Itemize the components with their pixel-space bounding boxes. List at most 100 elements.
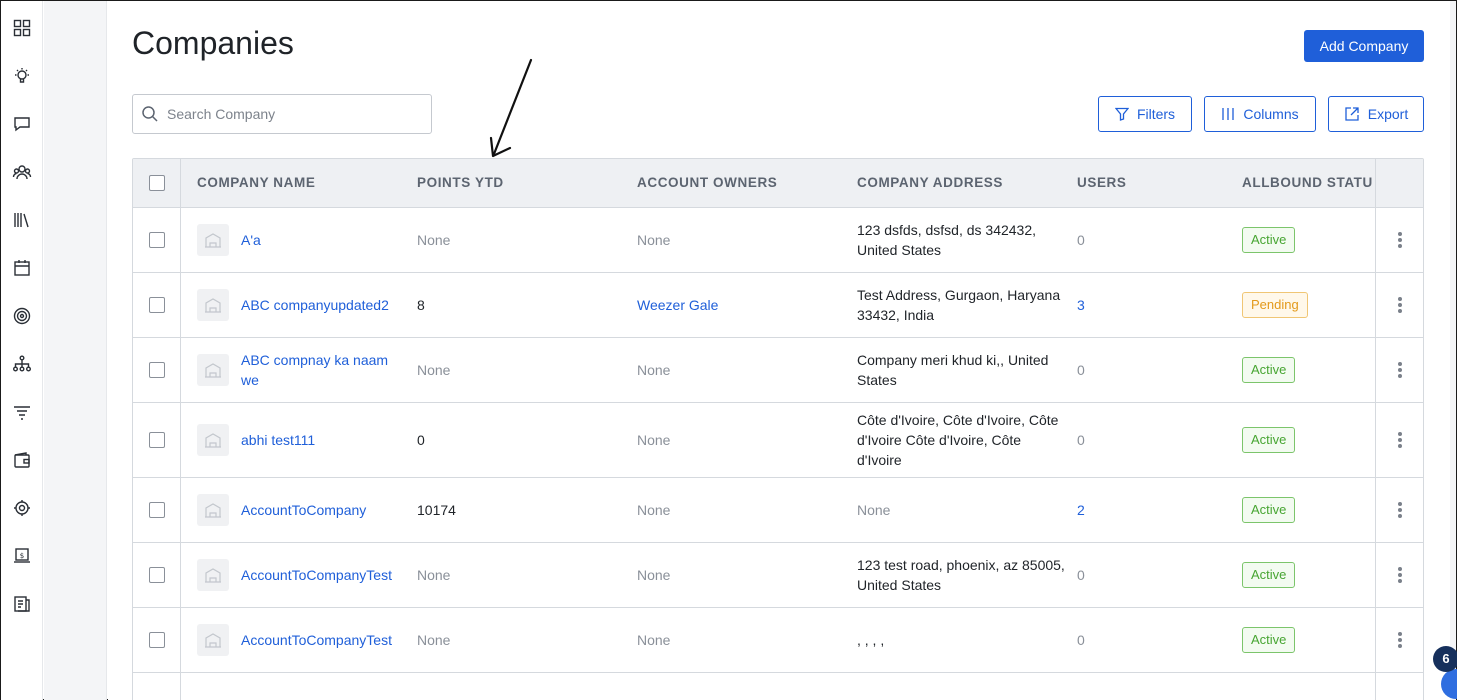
company-name-link[interactable]: AccountToCompany — [241, 500, 411, 520]
target-icon[interactable] — [1, 301, 43, 331]
row-checkbox-cell — [133, 608, 181, 672]
chat-icon[interactable] — [1, 109, 43, 139]
companies-table: COMPANY NAME POINTS YTD ACCOUNT OWNERS C… — [132, 158, 1424, 700]
company-address: None — [857, 502, 891, 518]
users-count: 0 — [1077, 632, 1085, 648]
row-checkbox[interactable] — [149, 232, 165, 248]
main-content: Companies Add Company Filters Columns Ex… — [108, 1, 1450, 700]
row-checkbox[interactable] — [149, 432, 165, 448]
building-icon — [205, 503, 221, 518]
row-checkbox-cell — [133, 208, 181, 272]
reports-icon[interactable] — [1, 589, 43, 619]
filter-icon[interactable] — [1, 397, 43, 427]
calendar-icon[interactable] — [1, 253, 43, 283]
wallet-icon[interactable] — [1, 445, 43, 475]
company-logo — [197, 354, 229, 386]
company-name-link[interactable]: ABC compnay ka naam we — [241, 350, 401, 390]
row-checkbox[interactable] — [149, 502, 165, 518]
points-ytd: None — [417, 632, 451, 648]
points-ytd: 0 — [417, 432, 425, 448]
header-account-owners[interactable]: ACCOUNT OWNERS — [637, 159, 777, 207]
company-address: 123 test road, phoenix, az 85005, United… — [857, 557, 1065, 593]
export-button[interactable]: Export — [1328, 96, 1424, 132]
users-count-link[interactable]: 2 — [1077, 500, 1085, 520]
add-company-button[interactable]: Add Company — [1304, 30, 1424, 62]
page-title: Companies — [132, 25, 294, 61]
table-row: AccountToCompanyTest None None , , , , 0… — [133, 608, 1423, 673]
account-owners: None — [637, 362, 671, 378]
account-owners: None — [637, 567, 671, 583]
header-company-name[interactable]: COMPANY NAME — [197, 159, 315, 207]
funnel-icon — [1114, 107, 1129, 121]
company-address: Company meri khud ki,, United States — [857, 352, 1049, 388]
points-ytd: 10174 — [417, 502, 456, 518]
columns-button[interactable]: Columns — [1204, 96, 1316, 132]
building-icon — [205, 433, 221, 448]
row-checkbox-cell — [133, 338, 181, 402]
row-actions-cell — [1375, 543, 1423, 607]
company-logo — [197, 494, 229, 526]
status-badge: Active — [1242, 562, 1296, 588]
row-checkbox[interactable] — [149, 632, 165, 648]
company-name-link[interactable]: abhi test111 — [241, 430, 401, 450]
notification-count-badge[interactable]: 6 — [1433, 646, 1457, 672]
left-gutter — [44, 1, 107, 700]
more-options-icon[interactable] — [1392, 500, 1408, 520]
account-owner-link[interactable]: Weezer Gale — [637, 295, 718, 315]
company-name-link[interactable]: AccountToCompanyTest — [241, 565, 411, 585]
search-icon — [142, 106, 158, 122]
company-name-link[interactable]: AccountToCompanyTest — [241, 630, 411, 650]
users-count: 0 — [1077, 362, 1085, 378]
more-options-icon[interactable] — [1392, 430, 1408, 450]
company-logo — [197, 559, 229, 591]
row-actions-cell — [1375, 208, 1423, 272]
more-options-icon[interactable] — [1392, 630, 1408, 650]
more-options-icon[interactable] — [1392, 565, 1408, 585]
row-checkbox-cell — [133, 673, 181, 700]
library-icon[interactable] — [1, 205, 43, 235]
hierarchy-icon[interactable] — [1, 349, 43, 379]
more-options-icon[interactable] — [1392, 295, 1408, 315]
row-actions-cell — [1375, 273, 1423, 337]
filters-label: Filters — [1136, 106, 1176, 122]
table-header: COMPANY NAME POINTS YTD ACCOUNT OWNERS C… — [133, 159, 1423, 208]
row-checkbox[interactable] — [149, 567, 165, 583]
row-checkbox-cell — [133, 403, 181, 477]
building-icon — [205, 633, 221, 648]
building-icon — [205, 233, 221, 248]
svg-text:$: $ — [20, 552, 24, 560]
row-actions-cell — [1375, 608, 1423, 672]
row-checkbox[interactable] — [149, 297, 165, 313]
points-ytd: None — [417, 362, 451, 378]
header-users[interactable]: USERS — [1077, 159, 1127, 207]
right-gutter — [1449, 1, 1456, 700]
users-icon[interactable] — [1, 157, 43, 187]
more-options-icon[interactable] — [1392, 230, 1408, 250]
header-points-ytd[interactable]: POINTS YTD — [417, 159, 504, 207]
account-owners: None — [637, 632, 671, 648]
billing-icon[interactable]: $ — [1, 541, 43, 571]
settings-icon[interactable] — [1, 493, 43, 523]
status-badge: Active — [1242, 427, 1296, 453]
lightbulb-icon[interactable] — [1, 61, 43, 91]
header-checkbox-cell — [133, 159, 181, 207]
row-checkbox-cell — [133, 478, 181, 542]
company-name-link[interactable]: ABC companyupdated2 — [241, 295, 411, 315]
more-options-icon[interactable] — [1392, 360, 1408, 380]
header-allbound-status[interactable]: ALLBOUND STATU — [1242, 159, 1373, 207]
company-logo — [197, 424, 229, 456]
row-checkbox[interactable] — [149, 362, 165, 378]
search-input[interactable] — [167, 106, 417, 122]
users-count-link[interactable]: 3 — [1077, 295, 1085, 315]
filters-button[interactable]: Filters — [1098, 96, 1192, 132]
select-all-checkbox[interactable] — [149, 175, 165, 191]
left-nav-rail: $ — [1, 1, 43, 700]
header-company-address[interactable]: COMPANY ADDRESS — [857, 159, 1003, 207]
company-logo — [197, 224, 229, 256]
status-badge: Pending — [1242, 292, 1308, 318]
table-row: ABC companyupdated2 8 Weezer Gale Test A… — [133, 273, 1423, 338]
company-name-link[interactable]: A'a — [241, 230, 401, 250]
account-owners: None — [637, 432, 671, 448]
search-box[interactable] — [132, 94, 432, 134]
dashboard-icon[interactable] — [1, 13, 43, 43]
